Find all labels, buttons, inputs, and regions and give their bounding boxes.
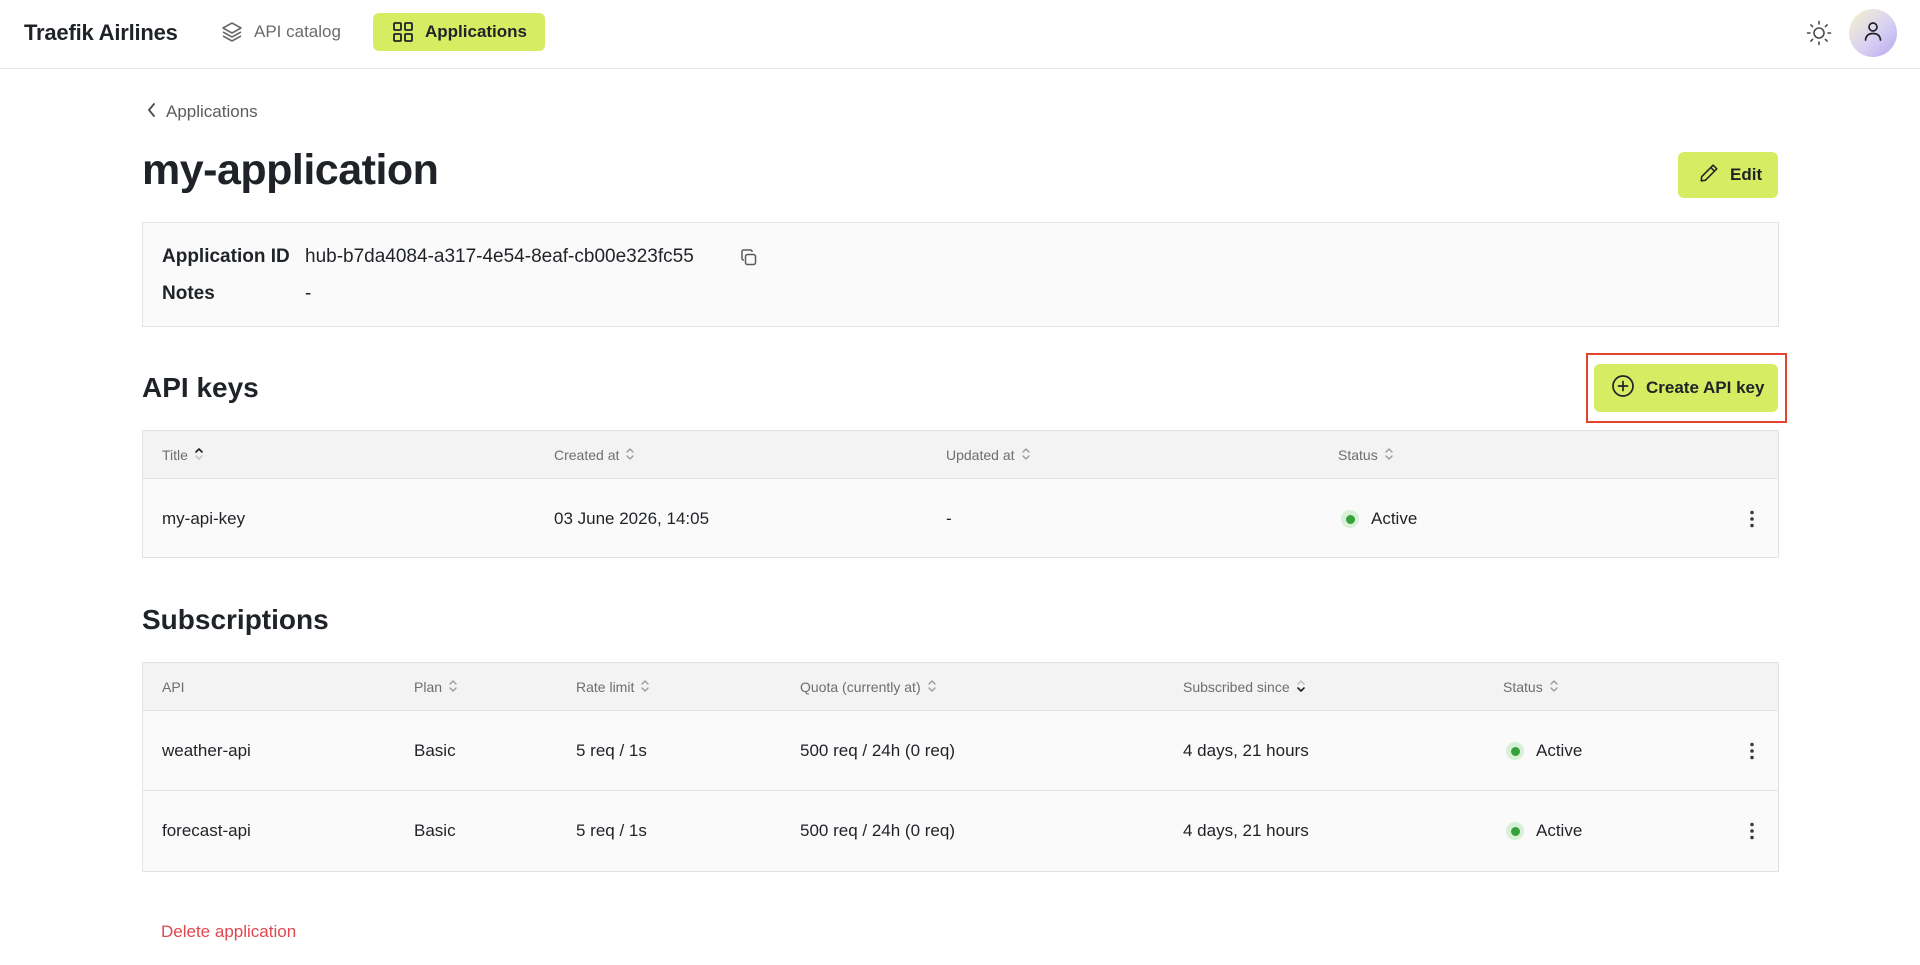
more-options-icon[interactable] [1742,509,1762,529]
status-badge: Active [1506,791,1582,871]
column-label: Rate limit [576,679,635,695]
api-key-created-at: 03 June 2026, 14:05 [554,509,710,528]
sort-icon [448,678,458,697]
nav-item-label: API catalog [254,22,341,41]
column-header-rate-limit[interactable]: Rate limit [576,663,650,711]
column-header-updated-at[interactable]: Updated at [946,431,1031,479]
column-label: Quota (currently at) [800,679,921,695]
column-label: Created at [554,447,620,463]
application-id-label: Application ID [162,246,290,267]
pencil-icon [1698,162,1720,189]
subscription-rate-limit: 5 req / 1s [576,821,647,840]
subscriptions-title: Subscriptions [142,604,329,635]
subscription-api: forecast-api [162,821,251,840]
status-label: Active [1371,509,1418,528]
subscription-since: 4 days, 21 hours [1183,821,1309,840]
notes-value: - [305,283,312,304]
delete-application-button[interactable]: Delete application [161,922,296,942]
subscription-plan: Basic [414,821,456,840]
sort-icon [927,678,937,697]
status-dot-icon [1341,510,1359,528]
table-row[interactable]: forecast-api Basic 5 req / 1s 500 req / … [143,791,1778,871]
column-label: Status [1503,679,1543,695]
column-label: Status [1338,447,1378,463]
column-label: Updated at [946,447,1015,463]
column-header-status[interactable]: Status [1503,663,1559,711]
subscription-since: 4 days, 21 hours [1183,741,1309,760]
sort-icon [1549,678,1559,697]
layers-icon [220,20,244,44]
column-label: API [162,679,185,695]
breadcrumb[interactable]: Applications [146,100,258,124]
status-dot-icon [1506,742,1524,760]
user-icon [1861,19,1885,48]
api-key-title: my-api-key [162,509,246,528]
status-label: Active [1536,741,1583,760]
sort-icon [1384,446,1394,465]
status-label: Active [1536,821,1583,840]
status-badge: Active [1506,711,1582,791]
nav-item-applications[interactable]: Applications [373,13,546,51]
column-label: Plan [414,679,443,695]
column-header-quota[interactable]: Quota (currently at) [800,663,937,711]
chevron-left-icon [146,102,158,123]
notes-label: Notes [162,283,215,304]
status-dot-icon [1506,822,1524,840]
brand-name[interactable]: Traefik Airlines [24,20,178,46]
copy-icon[interactable] [739,248,759,273]
column-header-status[interactable]: Status [1338,431,1394,479]
application-info-card: Application ID hub-b7da4084-a317-4e54-8e… [142,222,1779,327]
subscription-rate-limit: 5 req / 1s [576,741,647,760]
sort-desc-icon [1296,678,1306,697]
subscription-quota: 500 req / 24h (0 req) [800,741,955,760]
edit-button[interactable]: Edit [1678,152,1778,198]
column-header-created-at[interactable]: Created at [554,431,635,479]
grid-icon [391,20,415,44]
sort-icon [640,678,650,697]
column-label: Subscribed since [1183,679,1290,695]
column-label: Title [162,447,188,463]
table-header: Title Created at Updated at Status [143,431,1778,479]
breadcrumb-label: Applications [166,102,258,121]
create-api-key-button[interactable]: Create API key [1594,364,1778,412]
api-keys-table: Title Created at Updated at Status my-ap… [142,430,1779,558]
column-header-api: API [162,663,185,711]
subscription-quota: 500 req / 24h (0 req) [800,821,955,840]
table-row[interactable]: my-api-key 03 June 2026, 14:05 - Active [143,479,1778,559]
nav-item-api-catalog[interactable]: API catalog [210,13,355,51]
sort-icon [1021,446,1031,465]
nav-item-label: Applications [425,22,528,41]
plus-circle-icon [1611,374,1635,403]
api-key-updated-at: - [946,509,952,528]
status-badge: Active [1341,479,1417,559]
page-title: my-application [142,146,439,194]
application-id-value: hub-b7da4084-a317-4e54-8eaf-cb00e323fc55 [305,246,694,267]
edit-button-label: Edit [1730,165,1763,184]
subscription-api: weather-api [162,741,251,760]
table-header: API Plan Rate limit Quota (currently at) [143,663,1778,711]
table-row[interactable]: weather-api Basic 5 req / 1s 500 req / 2… [143,711,1778,791]
sort-icon [625,446,635,465]
subscriptions-table: API Plan Rate limit Quota (currently at) [142,662,1779,872]
top-navigation: Traefik Airlines API catalog Application… [0,0,1920,69]
create-api-key-label: Create API key [1646,378,1765,397]
sort-asc-icon [194,446,204,465]
avatar[interactable] [1849,9,1897,57]
api-keys-title: API keys [142,372,259,403]
more-options-icon[interactable] [1742,741,1762,761]
sun-icon[interactable] [1805,19,1833,47]
column-header-plan[interactable]: Plan [414,663,458,711]
column-header-title[interactable]: Title [162,431,204,479]
column-header-subscribed-since[interactable]: Subscribed since [1183,663,1306,711]
more-options-icon[interactable] [1742,821,1762,841]
subscription-plan: Basic [414,741,456,760]
